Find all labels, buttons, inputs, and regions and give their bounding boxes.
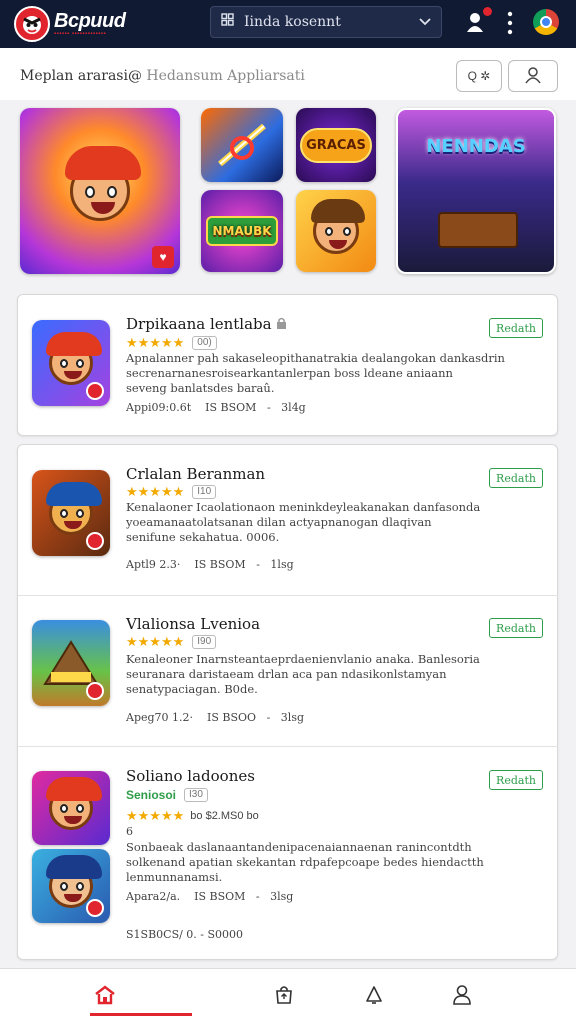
lock-icon: [276, 315, 287, 333]
profile-button[interactable]: [508, 60, 558, 92]
home-icon: [94, 984, 116, 1010]
character-art: [65, 146, 141, 221]
app-name: Bcpuud: [54, 9, 126, 32]
developer-name: Seniosoi: [126, 788, 177, 802]
install-button[interactable]: Redath: [489, 318, 543, 338]
pyramid-art-icon: [43, 640, 99, 685]
app-description: Sonbaeak daslanaantandenipacenaiannaenan…: [126, 840, 484, 884]
featured-tile[interactable]: GRACAS: [296, 108, 376, 182]
tile-title: NMAUBK: [206, 216, 278, 246]
app-name[interactable]: Soliano ladoones: [126, 767, 255, 785]
top-app-bar: Bcpuud ▪▪▪▪▪▪ ▪▪▪▪▪▪▪▪▪▪▪▪▪ Iinda kosenn…: [0, 0, 576, 48]
app-description: Kenalaoner Icaolationaon meninkdeyleakan…: [126, 500, 481, 544]
sword-art-icon: [218, 123, 266, 167]
tile-title: NENNDAS: [426, 136, 526, 157]
star-rating: ★★★★★: [126, 634, 185, 649]
rating-count: 00): [192, 336, 217, 350]
app-description: Kenaleoner Inarnsteantaeprdaenienvlanio …: [126, 652, 480, 696]
install-button[interactable]: Redath: [489, 468, 543, 488]
rating-count: I30: [184, 788, 208, 802]
search-input[interactable]: Iinda kosennt: [210, 6, 442, 38]
heart-icon[interactable]: ♥: [152, 246, 174, 268]
extra-mark: 6: [126, 825, 133, 838]
featured-tile[interactable]: [296, 190, 376, 272]
store-icon: [274, 985, 294, 1010]
bell-icon: [364, 985, 384, 1010]
nav-profile[interactable]: [422, 969, 502, 1024]
install-button[interactable]: Redath: [489, 770, 543, 790]
featured-tile[interactable]: ♥: [20, 108, 180, 274]
star-rating: ★★★★★: [126, 335, 185, 350]
app-icon[interactable]: [32, 620, 110, 706]
grid-icon: [221, 13, 234, 31]
more-vertical-icon[interactable]: [507, 11, 513, 40]
chrome-icon[interactable]: [533, 9, 559, 35]
app-rating: ★★★★★ I90: [126, 634, 217, 650]
rating-count: I10: [192, 485, 217, 499]
star-rating: ★★★★★: [126, 484, 185, 499]
treasure-chest-art: [438, 212, 518, 248]
notification-dot: [483, 7, 492, 16]
featured-tile[interactable]: [201, 108, 283, 182]
app-subtitle-row: Seniosoi I30: [126, 788, 208, 802]
app-meta: Apara2/a. IS BSOM - 3lsg: [126, 890, 294, 903]
app-meta: Aptl9 2.3· IS BSOM - 1lsg: [126, 558, 294, 571]
divider: [18, 595, 558, 596]
nav-notifications[interactable]: [334, 969, 414, 1024]
tile-title: GRACAS: [300, 127, 372, 163]
app-tagline: ▪▪▪▪▪▪ ▪▪▪▪▪▪▪▪▪▪▪▪▪: [54, 30, 107, 37]
divider: [18, 746, 558, 747]
page-subtitle: Hedansum Appliarsati: [146, 68, 305, 84]
featured-tile[interactable]: NMAUBK: [201, 190, 283, 272]
filter-button[interactable]: Q ✲: [456, 60, 502, 92]
app-description: Apnalanner pah sakaseleopithanatrakia de…: [126, 351, 505, 395]
app-meta: Appi09:0.6t IS BSOM - 3l4g: [126, 401, 306, 414]
app-icon[interactable]: [32, 771, 110, 845]
rating-count: I90: [192, 635, 217, 649]
app-logo[interactable]: Bcpuud ▪▪▪▪▪▪ ▪▪▪▪▪▪▪▪▪▪▪▪▪: [14, 6, 126, 42]
app-name[interactable]: Vlalionsa Lvenioa: [126, 615, 260, 633]
price-info: bo $2.MS0 bo: [190, 810, 259, 822]
app-rating: ★★★★★ I10: [126, 484, 217, 500]
app-name[interactable]: Drpikaana lentlaba: [126, 315, 287, 333]
chevron-down-icon[interactable]: [419, 13, 431, 31]
bottom-navigation: [0, 968, 576, 1024]
profile-icon: [452, 984, 472, 1011]
app-icon[interactable]: [32, 320, 110, 406]
star-rating: ★★★★★: [126, 808, 185, 823]
page-title: Meplan ararasi@ Hedansum Appliarsati: [20, 68, 305, 84]
app-icon[interactable]: [32, 849, 110, 923]
app-icon[interactable]: [32, 470, 110, 556]
nav-active-indicator: [90, 1013, 192, 1016]
featured-tile[interactable]: NENNDAS: [396, 108, 556, 274]
app-rating: ★★★★★ 00): [126, 335, 217, 351]
character-art: [311, 199, 365, 254]
logo-mascot-icon: [14, 6, 50, 42]
person-icon: [524, 66, 542, 87]
app-rating: ★★★★★ bo $2.MS0 bo: [126, 808, 259, 824]
install-button[interactable]: Redath: [489, 618, 543, 638]
app-footer-info: S1SB0CS/ 0. - S0000: [126, 928, 244, 941]
app-meta: Apeg70 1.2· IS BSOO - 3lsg: [126, 711, 304, 724]
search-value: Iinda kosennt: [244, 14, 341, 30]
app-name[interactable]: Crlalan Beranman: [126, 465, 265, 483]
